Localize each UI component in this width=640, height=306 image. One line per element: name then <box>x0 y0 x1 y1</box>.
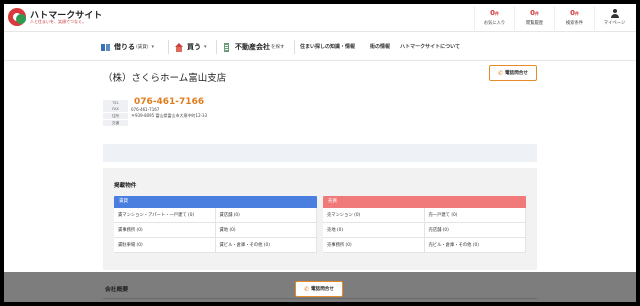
rent-category-box: 賃貸 賃マンション・アパート・一戸建て (0) 賃店舗 (0) 賃事務所 (0)… <box>114 196 317 253</box>
nav-divider <box>294 40 295 54</box>
sticky-phone-inquiry-label: 電話問合せ <box>311 287 334 292</box>
nav-link-town[interactable]: 街の情報 <box>370 33 390 61</box>
rent-item-parking[interactable]: 賃駐車場 (0) <box>114 238 216 253</box>
nav-buy-label: 買う <box>187 43 201 51</box>
sale-item-office[interactable]: 売事務所 (0) <box>323 238 425 253</box>
rent-item-other[interactable]: 賃ビル・倉庫・その他 (0) <box>215 238 317 253</box>
nav-divider <box>216 40 217 54</box>
favorites-unit: 件 <box>494 11 499 16</box>
page-title: （株）さくらホーム富山支店 <box>103 73 227 84</box>
sale-category-header: 売買 <box>323 196 526 208</box>
sale-item-mansion[interactable]: 売マンション (0) <box>323 208 425 223</box>
favorites-label: お気に入り <box>483 21 506 26</box>
global-nav: 借りる (賃貸) ▾ 買う ▾ 不動産会社 を探す 住まい探しの知識・情報 街の… <box>4 33 636 61</box>
nav-company-label: 不動産会社 <box>235 43 270 51</box>
rent-item-shop[interactable]: 賃店舗 (0) <box>215 208 317 223</box>
search-conditions-button[interactable]: 0件 検索条件 <box>554 6 594 30</box>
search-conditions-label: 検索条件 <box>565 21 584 26</box>
phone-inquiry-label: 電話問合せ <box>505 71 528 76</box>
address-tag: 住所 <box>103 113 128 119</box>
sale-item-shop[interactable]: 売店舗 (0) <box>424 223 526 238</box>
history-button[interactable]: 0件 閲覧履歴 <box>514 6 554 30</box>
nav-divider <box>168 40 169 54</box>
sale-category-grid: 売マンション (0) 売一戸建て (0) 売地 (0) 売店舗 (0) 売事務所… <box>323 208 526 253</box>
listings-title: 掲載物件 <box>114 183 137 189</box>
fax-value: 076-461-7167 <box>131 106 160 112</box>
phone-inquiry-button[interactable]: ✆ 電話問合せ <box>489 65 537 81</box>
info-banner <box>103 144 537 162</box>
listings-panel: 掲載物件 賃貸 賃マンション・アパート・一戸建て (0) 賃店舗 (0) 賃事務… <box>103 168 537 270</box>
sale-item-land[interactable]: 売地 (0) <box>323 223 425 238</box>
search-conditions-unit: 件 <box>574 11 579 16</box>
chevron-down-icon: ▾ <box>204 44 207 50</box>
phone-icon: ✆ <box>303 285 310 293</box>
person-icon <box>610 9 619 18</box>
nav-company[interactable]: 不動産会社 を探す <box>222 33 285 61</box>
rent-item-office[interactable]: 賃事務所 (0) <box>114 223 216 238</box>
address-value: 〒939-8095 富山県富山市大泉中町12-33 <box>131 113 208 118</box>
history-label: 閲覧履歴 <box>525 21 544 26</box>
nav-link-knowledge[interactable]: 住まい探しの知識・情報 <box>300 33 355 61</box>
house-icon <box>174 42 184 52</box>
site-header: ハトマークサイト 人と住まいを、笑顔でつなぐ。 0件 お気に入り 0件 閲覧履歴… <box>4 4 636 32</box>
chevron-down-icon: ▾ <box>151 44 155 50</box>
browser-viewport: ハトマークサイト 人と住まいを、笑顔でつなぐ。 0件 お気に入り 0件 閲覧履歴… <box>4 4 636 302</box>
nav-rent-sub: (賃貸) <box>136 45 149 50</box>
nav-rent-label: 借りる <box>114 43 135 51</box>
phone-icon: ✆ <box>497 69 504 77</box>
fax-row: FAX 076-461-7167 <box>103 106 159 112</box>
fax-tag: FAX <box>103 106 128 112</box>
sale-item-other[interactable]: 売ビル・倉庫・その他 (0) <box>424 238 526 253</box>
rent-category-grid: 賃マンション・アパート・一戸建て (0) 賃店舗 (0) 賃事務所 (0) 賃地… <box>114 208 317 253</box>
nav-link-about[interactable]: ハトマークサイトについて <box>400 33 460 61</box>
address-row: 住所 〒939-8095 富山県富山市大泉中町12-33 <box>103 113 207 119</box>
sale-category-box: 売買 売マンション (0) 売一戸建て (0) 売地 (0) 売店舗 (0) 売… <box>323 196 526 253</box>
favorites-button[interactable]: 0件 お気に入り <box>474 6 514 30</box>
sticky-phone-inquiry-button[interactable]: ✆ 電話問合せ <box>295 281 343 297</box>
rent-item-mansion[interactable]: 賃マンション・アパート・一戸建て (0) <box>114 208 216 223</box>
mypage-label: マイページ <box>603 21 626 26</box>
mypage-button[interactable]: マイページ <box>594 6 634 30</box>
rent-item-land[interactable]: 賃地 (0) <box>215 223 317 238</box>
nav-buy[interactable]: 買う ▾ <box>174 33 207 61</box>
building-icon <box>222 42 232 52</box>
nav-company-sub: を探す <box>271 45 285 50</box>
history-unit: 件 <box>534 11 539 16</box>
rent-category-header: 賃貸 <box>114 196 317 208</box>
company-outline-title: 会社概要 <box>105 287 129 293</box>
access-tag: 交通 <box>103 120 128 126</box>
nav-rent[interactable]: 借りる (賃貸) ▾ <box>101 33 154 61</box>
logo-accent <box>16 14 26 24</box>
access-row: 交通 <box>103 120 131 126</box>
site-tagline: 人と住まいを、笑顔でつなぐ。 <box>30 19 86 24</box>
sale-item-house[interactable]: 売一戸建て (0) <box>424 208 526 223</box>
divider <box>103 298 537 299</box>
book-icon <box>101 43 111 52</box>
